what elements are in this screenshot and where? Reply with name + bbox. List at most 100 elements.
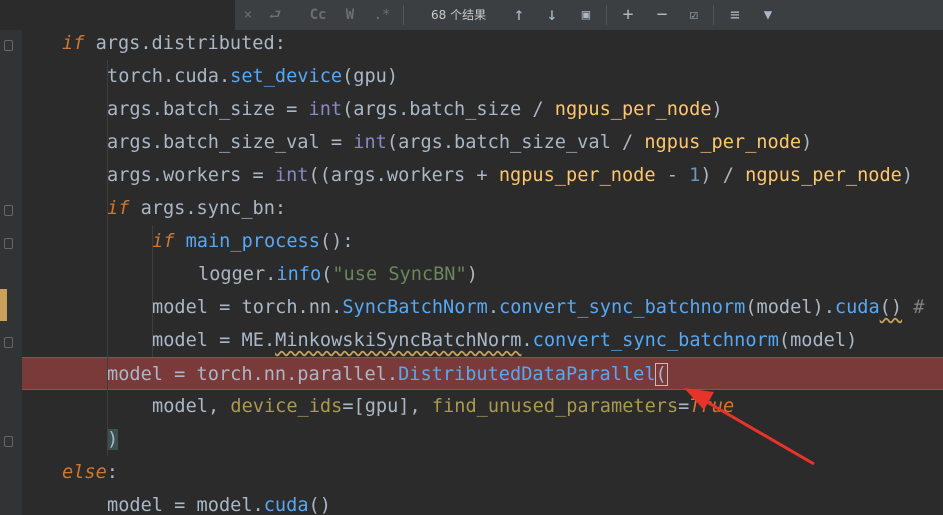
code-text: () <box>308 495 331 515</box>
code-line-5[interactable]: args.workers = int((args.workers + ngpus… <box>22 159 943 192</box>
string-literal: "use SyncBN" <box>332 264 467 285</box>
regex-button[interactable]: .* <box>372 4 392 26</box>
code-text: : <box>106 462 118 483</box>
keyword: if <box>107 198 130 219</box>
class-name: MinkowskiSyncBatchNorm <box>275 330 522 351</box>
fold-marker-icon[interactable] <box>4 40 13 51</box>
code-text: logger. <box>198 264 277 285</box>
code-text: =[gpu], <box>342 396 432 417</box>
multiline-icon[interactable]: ≡ <box>724 4 746 26</box>
comment: # <box>902 297 925 318</box>
whole-words-button[interactable]: W <box>340 4 360 26</box>
toolbar-left-area <box>0 0 235 30</box>
newline-icon[interactable]: ⮐ <box>266 4 284 26</box>
add-selection-icon[interactable]: + <box>616 4 640 26</box>
builtin: int <box>274 165 309 186</box>
editor-gutter[interactable] <box>0 30 22 515</box>
code-text: model = model. <box>107 495 264 515</box>
function-name: set_device <box>230 66 343 87</box>
keyword: if <box>62 33 85 54</box>
result-count: 68 个结果 <box>431 8 487 22</box>
code-text: model, <box>152 396 231 417</box>
keyword-argument: find_unused_parameters <box>431 396 679 417</box>
code-line-6[interactable]: if args.sync_bn: <box>22 192 943 225</box>
code-line-8[interactable]: logger.info("use SyncBN") <box>22 258 943 291</box>
code-text: args.batch_size_val = <box>107 132 354 153</box>
fold-marker-icon[interactable] <box>4 337 13 348</box>
fold-marker-icon[interactable] <box>4 238 13 249</box>
code-text: ) <box>107 429 119 450</box>
toolbar-divider <box>606 5 607 25</box>
code-text: ) <box>901 165 914 186</box>
builtin: int <box>353 132 387 153</box>
variable-name: ngpus_per_node <box>554 99 712 120</box>
code-text: (args.batch_size_val / <box>386 132 645 153</box>
arrow-down-icon[interactable]: ↓ <box>541 4 563 26</box>
code-text: (gpu) <box>342 66 399 87</box>
code-line-11-highlighted[interactable]: model = torch.nn.parallel.DistributedDat… <box>22 357 943 390</box>
close-icon[interactable]: × <box>240 4 256 26</box>
code-line-15[interactable]: model = model.cuda() <box>22 489 943 515</box>
filter-icon[interactable]: ▼ <box>757 4 779 26</box>
toolbar-divider <box>403 5 404 25</box>
code-editor[interactable]: if args.distributed: torch.cuda.set_devi… <box>22 30 943 515</box>
code-text: = <box>678 396 690 417</box>
class-name: SyncBatchNorm <box>342 297 488 318</box>
code-text: ) <box>466 264 478 285</box>
keyword-argument: device_ids <box>230 396 343 417</box>
code-line-2[interactable]: torch.cuda.set_device(gpu) <box>22 60 943 93</box>
select-all-occurrences-icon[interactable]: ▣ <box>575 4 597 26</box>
code-text: model = ME. <box>152 330 276 351</box>
toggle-selection-icon[interactable]: ☑ <box>682 4 706 26</box>
keyword: else <box>62 462 107 483</box>
code-text: (model). <box>745 297 835 318</box>
match-case-button[interactable]: Cc <box>306 4 330 26</box>
code-text: ((args.workers + <box>308 165 499 186</box>
code-text: ) <box>711 99 723 120</box>
code-text: args.sync_bn: <box>129 198 287 219</box>
code-text: . <box>487 297 500 318</box>
code-line-3[interactable]: args.batch_size = int(args.batch_size / … <box>22 93 943 126</box>
code-text: - <box>655 165 690 186</box>
code-text: ( <box>654 363 668 386</box>
code-line-14[interactable]: else: <box>22 456 943 489</box>
number: 1 <box>689 165 701 186</box>
code-line-7[interactable]: if main_process(): <box>22 225 943 258</box>
code-text: ) / <box>700 165 746 186</box>
function-name: convert_sync_batchnorm <box>532 330 779 351</box>
function-name: main_process <box>185 231 320 252</box>
code-text: () <box>879 297 903 318</box>
code-line-9[interactable]: model = torch.nn.SyncBatchNorm.convert_s… <box>22 291 943 324</box>
variable-name: ngpus_per_node <box>644 132 802 153</box>
indent-guide <box>152 225 153 357</box>
code-text: args.distributed: <box>84 33 286 54</box>
search-toolbar: × ⮐ Cc W .* 68 个结果 ↑ ↓ ▣ + − ☑ ≡ ▼ <box>0 0 943 30</box>
fold-marker-icon[interactable] <box>4 436 13 447</box>
function-name: DistributedDataParallel <box>398 364 656 385</box>
variable-name: ngpus_per_node <box>745 165 902 186</box>
builtin: int <box>308 99 343 120</box>
keyword: if <box>152 231 175 252</box>
code-line-12[interactable]: model, device_ids=[gpu], find_unused_par… <box>22 390 943 423</box>
function-name: info <box>276 264 322 285</box>
change-marker <box>0 289 7 321</box>
indent-guide <box>107 60 108 456</box>
code-line-4[interactable]: args.batch_size_val = int(args.batch_siz… <box>22 126 943 159</box>
code-line-13[interactable]: ) <box>22 423 943 456</box>
remove-selection-icon[interactable]: − <box>650 4 674 26</box>
code-text: (): <box>319 231 354 252</box>
fold-marker-icon[interactable] <box>4 205 13 216</box>
toolbar-divider <box>713 5 714 25</box>
function-name: cuda <box>263 495 309 515</box>
code-text: (model) <box>778 330 858 351</box>
arrow-up-icon[interactable]: ↑ <box>508 4 530 26</box>
code-line-1[interactable]: if args.distributed: <box>22 30 943 60</box>
code-line-10[interactable]: model = ME.MinkowskiSyncBatchNorm.conver… <box>22 324 943 357</box>
code-text: . <box>521 330 533 351</box>
function-name: cuda <box>834 297 880 318</box>
code-text: ) <box>801 132 813 153</box>
code-text: args.workers = <box>107 165 275 186</box>
code-text: args.batch_size = <box>107 99 309 120</box>
code-text: ( <box>321 264 333 285</box>
